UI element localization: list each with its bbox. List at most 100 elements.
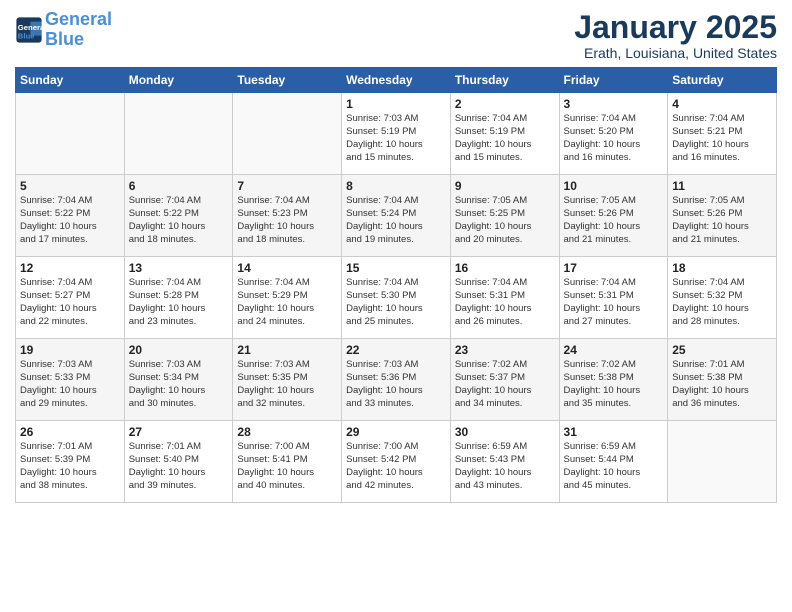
- cell-info: Daylight: 10 hours: [237, 467, 337, 480]
- cell-info: and 36 minutes.: [672, 398, 772, 411]
- cell-info: Daylight: 10 hours: [564, 303, 664, 316]
- cell-info: Sunrise: 7:04 AM: [564, 277, 664, 290]
- day-number: 14: [237, 261, 337, 275]
- day-number: 31: [564, 425, 664, 439]
- cell-info: Daylight: 10 hours: [237, 385, 337, 398]
- cell-info: Daylight: 10 hours: [346, 467, 446, 480]
- day-number: 4: [672, 97, 772, 111]
- calendar-cell: [668, 421, 777, 503]
- cell-info: Sunrise: 7:04 AM: [455, 113, 555, 126]
- cell-info: and 19 minutes.: [346, 234, 446, 247]
- day-number: 25: [672, 343, 772, 357]
- calendar-cell: 17Sunrise: 7:04 AMSunset: 5:31 PMDayligh…: [559, 257, 668, 339]
- cell-info: Sunrise: 7:03 AM: [346, 359, 446, 372]
- cell-info: Sunset: 5:19 PM: [455, 126, 555, 139]
- cell-info: Sunset: 5:41 PM: [237, 454, 337, 467]
- cell-info: Sunset: 5:33 PM: [20, 372, 120, 385]
- cell-info: and 15 minutes.: [455, 152, 555, 165]
- cell-info: Sunrise: 7:00 AM: [237, 441, 337, 454]
- cell-info: and 21 minutes.: [564, 234, 664, 247]
- calendar-cell: [233, 93, 342, 175]
- cell-info: Sunset: 5:43 PM: [455, 454, 555, 467]
- calendar-cell: 26Sunrise: 7:01 AMSunset: 5:39 PMDayligh…: [16, 421, 125, 503]
- cell-info: Sunrise: 7:01 AM: [672, 359, 772, 372]
- cell-info: Sunset: 5:37 PM: [455, 372, 555, 385]
- cell-info: Sunrise: 7:05 AM: [672, 195, 772, 208]
- cell-info: Sunset: 5:35 PM: [237, 372, 337, 385]
- cell-info: Daylight: 10 hours: [20, 221, 120, 234]
- cell-info: Sunset: 5:28 PM: [129, 290, 229, 303]
- cell-info: and 18 minutes.: [237, 234, 337, 247]
- cell-info: Sunrise: 7:04 AM: [346, 277, 446, 290]
- cell-info: Sunset: 5:38 PM: [564, 372, 664, 385]
- day-header-sunday: Sunday: [16, 68, 125, 93]
- cell-info: Sunset: 5:20 PM: [564, 126, 664, 139]
- calendar-cell: 14Sunrise: 7:04 AMSunset: 5:29 PMDayligh…: [233, 257, 342, 339]
- logo: General Blue General Blue: [15, 10, 112, 50]
- calendar-cell: 4Sunrise: 7:04 AMSunset: 5:21 PMDaylight…: [668, 93, 777, 175]
- cell-info: and 27 minutes.: [564, 316, 664, 329]
- cell-info: Sunset: 5:22 PM: [129, 208, 229, 221]
- day-number: 24: [564, 343, 664, 357]
- calendar-cell: [124, 93, 233, 175]
- cell-info: Daylight: 10 hours: [129, 385, 229, 398]
- day-number: 26: [20, 425, 120, 439]
- cell-info: Sunset: 5:40 PM: [129, 454, 229, 467]
- cell-info: and 23 minutes.: [129, 316, 229, 329]
- cell-info: Sunrise: 7:02 AM: [455, 359, 555, 372]
- cell-info: Daylight: 10 hours: [672, 139, 772, 152]
- calendar-cell: 7Sunrise: 7:04 AMSunset: 5:23 PMDaylight…: [233, 175, 342, 257]
- cell-info: Daylight: 10 hours: [455, 139, 555, 152]
- cell-info: and 25 minutes.: [346, 316, 446, 329]
- calendar-cell: 22Sunrise: 7:03 AMSunset: 5:36 PMDayligh…: [342, 339, 451, 421]
- cell-info: Sunset: 5:30 PM: [346, 290, 446, 303]
- calendar-cell: 12Sunrise: 7:04 AMSunset: 5:27 PMDayligh…: [16, 257, 125, 339]
- day-number: 7: [237, 179, 337, 193]
- cell-info: Daylight: 10 hours: [237, 221, 337, 234]
- cell-info: Sunset: 5:31 PM: [564, 290, 664, 303]
- week-row-0: 1Sunrise: 7:03 AMSunset: 5:19 PMDaylight…: [16, 93, 777, 175]
- day-number: 12: [20, 261, 120, 275]
- cell-info: Sunset: 5:42 PM: [346, 454, 446, 467]
- calendar-cell: 16Sunrise: 7:04 AMSunset: 5:31 PMDayligh…: [450, 257, 559, 339]
- cell-info: and 40 minutes.: [237, 480, 337, 493]
- cell-info: Sunset: 5:38 PM: [672, 372, 772, 385]
- cell-info: Sunrise: 7:04 AM: [237, 277, 337, 290]
- cell-info: and 26 minutes.: [455, 316, 555, 329]
- cell-info: Daylight: 10 hours: [346, 385, 446, 398]
- calendar-cell: 3Sunrise: 7:04 AMSunset: 5:20 PMDaylight…: [559, 93, 668, 175]
- cell-info: Daylight: 10 hours: [672, 385, 772, 398]
- calendar-cell: 20Sunrise: 7:03 AMSunset: 5:34 PMDayligh…: [124, 339, 233, 421]
- cell-info: Sunrise: 7:03 AM: [346, 113, 446, 126]
- cell-info: and 15 minutes.: [346, 152, 446, 165]
- day-number: 20: [129, 343, 229, 357]
- cell-info: Sunrise: 7:00 AM: [346, 441, 446, 454]
- cell-info: Daylight: 10 hours: [455, 467, 555, 480]
- calendar-cell: 11Sunrise: 7:05 AMSunset: 5:26 PMDayligh…: [668, 175, 777, 257]
- calendar-cell: 23Sunrise: 7:02 AMSunset: 5:37 PMDayligh…: [450, 339, 559, 421]
- day-number: 28: [237, 425, 337, 439]
- cell-info: Daylight: 10 hours: [346, 221, 446, 234]
- svg-text:Blue: Blue: [18, 31, 35, 40]
- week-row-1: 5Sunrise: 7:04 AMSunset: 5:22 PMDaylight…: [16, 175, 777, 257]
- cell-info: Sunrise: 7:04 AM: [672, 113, 772, 126]
- cell-info: Daylight: 10 hours: [564, 139, 664, 152]
- calendar-cell: 24Sunrise: 7:02 AMSunset: 5:38 PMDayligh…: [559, 339, 668, 421]
- cell-info: Sunrise: 7:04 AM: [564, 113, 664, 126]
- cell-info: Daylight: 10 hours: [455, 221, 555, 234]
- cell-info: Sunset: 5:31 PM: [455, 290, 555, 303]
- cell-info: and 43 minutes.: [455, 480, 555, 493]
- day-header-saturday: Saturday: [668, 68, 777, 93]
- calendar-cell: 15Sunrise: 7:04 AMSunset: 5:30 PMDayligh…: [342, 257, 451, 339]
- cell-info: Sunset: 5:26 PM: [672, 208, 772, 221]
- cell-info: and 28 minutes.: [672, 316, 772, 329]
- cell-info: Sunrise: 7:03 AM: [129, 359, 229, 372]
- cell-info: and 16 minutes.: [564, 152, 664, 165]
- cell-info: Sunset: 5:44 PM: [564, 454, 664, 467]
- cell-info: Daylight: 10 hours: [564, 385, 664, 398]
- week-row-3: 19Sunrise: 7:03 AMSunset: 5:33 PMDayligh…: [16, 339, 777, 421]
- calendar-cell: 27Sunrise: 7:01 AMSunset: 5:40 PMDayligh…: [124, 421, 233, 503]
- calendar-table: SundayMondayTuesdayWednesdayThursdayFrid…: [15, 67, 777, 503]
- day-number: 9: [455, 179, 555, 193]
- cell-info: Sunset: 5:32 PM: [672, 290, 772, 303]
